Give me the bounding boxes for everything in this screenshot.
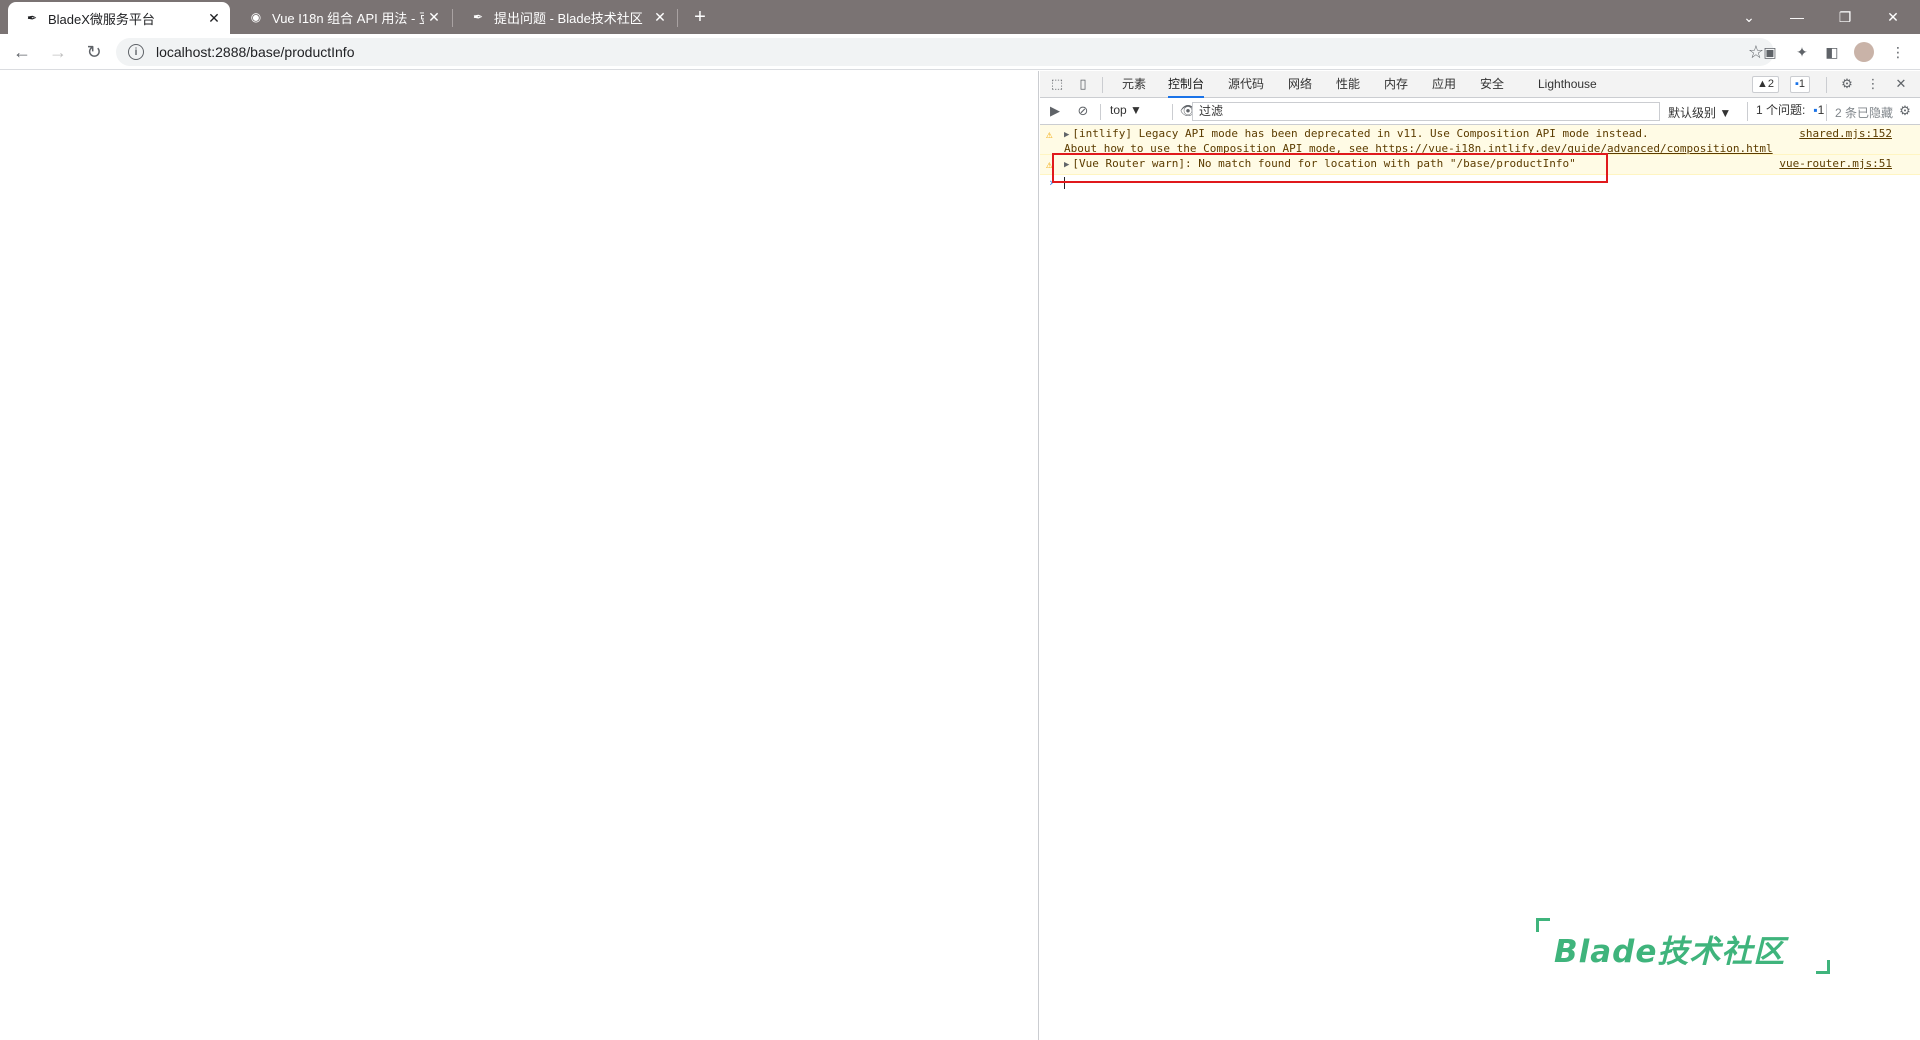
divider [1102, 77, 1103, 93]
divider [1100, 104, 1101, 120]
source-link[interactable]: vue-router.mjs:51 [1779, 157, 1892, 171]
console-prompt[interactable]: › [1040, 175, 1920, 191]
tab-divider [677, 9, 678, 27]
expand-triangle-icon[interactable]: ▶ [1064, 130, 1069, 140]
menu-kebab-icon[interactable]: ⋮ [1888, 42, 1908, 62]
console-settings-gear-icon[interactable]: ⚙ [1896, 102, 1914, 120]
message-text: [intlify] Legacy API mode has been depre… [1072, 127, 1649, 140]
message-text: [Vue Router warn]: No match found for lo… [1072, 157, 1576, 170]
sidebar-toggle-icon[interactable]: ▶ [1046, 102, 1064, 120]
more-options-icon[interactable]: ⋮ [1864, 75, 1882, 93]
console-filter-input[interactable]: 过滤 [1192, 102, 1660, 121]
tab-application[interactable]: 应用 [1432, 71, 1456, 98]
side-panel-icon[interactable]: ◧ [1822, 42, 1842, 62]
device-toolbar-icon[interactable]: ▯ [1074, 75, 1092, 93]
divider [1826, 77, 1827, 93]
devtools-panel: ⬚ ▯ 元素 控制台 源代码 网络 性能 内存 应用 安全 Lighthouse… [1040, 71, 1920, 1040]
clear-console-icon[interactable]: ⊘ [1074, 102, 1092, 120]
tab-vue-i18n[interactable]: ◉ Vue I18n 组合 API 用法 - 豆包 ✕ [232, 0, 450, 34]
tab-console[interactable]: 控制台 [1168, 71, 1205, 98]
settings-gear-icon[interactable]: ⚙ [1838, 75, 1856, 93]
address-bar[interactable]: i localhost:2888/base/productInfo ☆ [116, 38, 1774, 66]
tab-sources[interactable]: 源代码 [1228, 71, 1264, 98]
reload-button[interactable]: ↻ [80, 38, 108, 66]
pen-icon: ✒ [26, 11, 38, 25]
context-selector[interactable]: top ▼ [1110, 103, 1142, 120]
pen-icon: ✒ [472, 10, 484, 24]
minimize-button[interactable]: — [1773, 0, 1821, 34]
close-icon[interactable]: ✕ [424, 7, 444, 27]
tab-search-icon[interactable]: ⌄ [1725, 0, 1773, 34]
close-icon[interactable]: ✕ [650, 7, 670, 27]
warning-count: 2 [1767, 78, 1775, 90]
docs-link[interactable]: https://vue-i18n.intlify.dev/guide/advan… [1375, 142, 1772, 155]
watermark-bracket [1536, 918, 1550, 932]
devtools-tabbar: ⬚ ▯ 元素 控制台 源代码 网络 性能 内存 应用 安全 Lighthouse… [1040, 71, 1920, 98]
url-text[interactable]: localhost:2888/base/productInfo [156, 44, 354, 60]
back-button[interactable]: ← [8, 38, 36, 66]
issues-label: 1 个问题: [1756, 103, 1806, 117]
close-devtools-icon[interactable]: ✕ [1892, 75, 1910, 93]
doubao-icon: ◉ [250, 10, 262, 24]
console-output: ⚠ ▶ [intlify] Legacy API mode has been de… [1040, 125, 1920, 191]
expand-triangle-icon[interactable]: ▶ [1064, 160, 1069, 170]
extension-icon[interactable]: ▣ [1760, 42, 1780, 62]
browser-toolbar: ← → ↻ i localhost:2888/base/productInfo … [0, 34, 1920, 70]
inspect-element-icon[interactable]: ⬚ [1048, 75, 1066, 93]
tab-blade-community[interactable]: ✒ 提出问题 - Blade技术社区 ✕ [454, 0, 676, 34]
extensions-puzzle-icon[interactable]: ✦ [1792, 42, 1812, 62]
log-levels-dropdown[interactable]: 默认级别 ▼ [1668, 104, 1731, 121]
issues-button[interactable]: 1 个问题: ▪1 [1747, 102, 1824, 121]
new-tab-button[interactable]: + [688, 5, 712, 29]
forward-button[interactable]: → [44, 38, 72, 66]
warnings-badge[interactable]: ▲2 [1752, 76, 1780, 93]
restore-button[interactable]: ❐ [1821, 0, 1869, 34]
issues-count: 1 [1817, 103, 1825, 117]
close-window-button[interactable]: ✕ [1869, 0, 1917, 34]
text-cursor [1064, 177, 1065, 189]
console-warning-message[interactable]: ⚠ ▶ [Vue Router warn]: No match found for… [1040, 155, 1920, 175]
tab-network[interactable]: 网络 [1288, 71, 1312, 98]
message-count: 1 [1798, 78, 1806, 90]
tab-title: BladeX微服务平台 [48, 11, 155, 27]
tab-lighthouse[interactable]: Lighthouse [1538, 71, 1597, 98]
tab-performance[interactable]: 性能 [1336, 71, 1360, 98]
tab-title: Vue I18n 组合 API 用法 - 豆包 [272, 10, 424, 26]
warning-triangle-icon: ⚠ [1046, 158, 1053, 171]
tab-security[interactable]: 安全 [1480, 71, 1504, 98]
blade-watermark-logo: Blade技术社区 [1536, 918, 1836, 978]
tab-bladex[interactable]: ✒ BladeX微服务平台 ✕ [8, 2, 230, 34]
console-warning-message[interactable]: ⚠ ▶ [intlify] Legacy API mode has been de… [1040, 125, 1920, 155]
message-text-prefix: About how to use the Composition API mod… [1064, 142, 1376, 155]
console-filter-bar: ▶ ⊘ top ▼ 👁 过滤 默认级别 ▼ 1 个问题: ▪1 2 条已隐藏 ⚙ [1040, 98, 1920, 125]
hidden-messages-count: 2 条已隐藏 [1826, 104, 1893, 121]
watermark-bracket [1816, 960, 1830, 974]
close-icon[interactable]: ✕ [204, 8, 224, 28]
source-link[interactable]: shared.mjs:152 [1799, 127, 1892, 141]
tab-memory[interactable]: 内存 [1384, 71, 1408, 98]
watermark-text: Blade技术社区 [1554, 934, 1786, 970]
tab-elements[interactable]: 元素 [1122, 71, 1146, 98]
divider [1172, 104, 1173, 120]
tab-title: 提出问题 - Blade技术社区 [494, 10, 643, 26]
prompt-chevron-icon: › [1048, 176, 1055, 189]
tab-divider [452, 9, 453, 27]
warning-triangle-icon: ⚠ [1046, 128, 1053, 141]
messages-badge[interactable]: ▪1 [1790, 76, 1811, 93]
tab-strip: ✒ BladeX微服务平台 ✕ ◉ Vue I18n 组合 API 用法 - 豆… [0, 0, 1920, 34]
page-viewport [0, 71, 1039, 1040]
site-info-icon[interactable]: i [128, 44, 144, 60]
profile-avatar[interactable] [1854, 42, 1874, 62]
